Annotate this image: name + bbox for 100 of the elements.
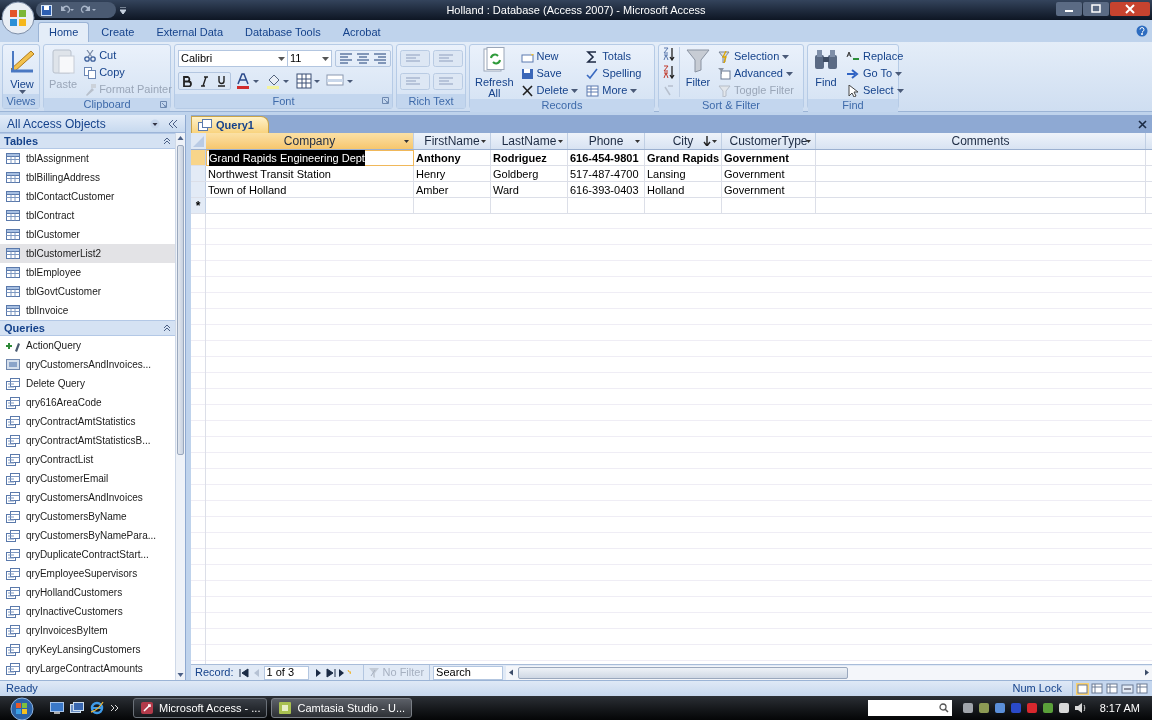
nav-group-header[interactable]: Queries: [0, 320, 175, 336]
design-view-icon[interactable]: [1136, 682, 1149, 695]
column-header[interactable]: FirstName: [414, 133, 491, 149]
first-record-button[interactable]: [237, 667, 250, 678]
new-record-button[interactable]: [336, 667, 351, 678]
filter-dropdown-icon[interactable]: [558, 140, 563, 143]
maximize-button[interactable]: [1083, 2, 1109, 16]
nav-item[interactable]: tblEmployee: [0, 263, 175, 282]
nav-item[interactable]: tblAssignment: [0, 149, 175, 168]
vertical-scrollbar[interactable]: [175, 133, 185, 680]
save-icon[interactable]: [41, 4, 52, 16]
find-button[interactable]: Find: [811, 47, 841, 88]
tray-icon[interactable]: [961, 702, 974, 714]
nav-item[interactable]: qryLargeContractAmounts: [0, 659, 175, 678]
nav-group-header[interactable]: Tables: [0, 133, 175, 149]
dropdown-circle-icon[interactable]: [150, 118, 160, 129]
nav-item[interactable]: tblContract: [0, 206, 175, 225]
ribbon-tab[interactable]: Acrobat: [332, 22, 391, 42]
nav-pane-header[interactable]: All Access Objects: [0, 115, 185, 133]
column-header[interactable]: Company: [206, 133, 414, 149]
nav-item[interactable]: tblCustomerList2: [0, 244, 175, 263]
column-header[interactable]: LastName: [491, 133, 568, 149]
nav-item[interactable]: qryKeyLansingCustomers: [0, 640, 175, 659]
search-field[interactable]: Search: [433, 665, 504, 680]
close-icon[interactable]: [1138, 120, 1147, 129]
ribbon-button[interactable]: New: [518, 48, 581, 65]
ribbon-tab[interactable]: Create: [91, 22, 145, 42]
nav-item[interactable]: qryInactiveCustomers: [0, 602, 175, 621]
sort-ascending-icon[interactable]: [662, 47, 676, 61]
column-header[interactable]: CustomerType: [722, 133, 816, 149]
nav-item[interactable]: ActionQuery: [0, 336, 175, 355]
filter-dropdown-icon[interactable]: [712, 140, 717, 143]
speaker-icon[interactable]: [1073, 702, 1086, 714]
search-box[interactable]: [867, 700, 952, 716]
document-tab[interactable]: Query1: [191, 116, 269, 133]
nav-item[interactable]: qryEmployeeSupervisors: [0, 564, 175, 583]
ribbon-button[interactable]: Delete: [518, 82, 581, 99]
desktop-icon[interactable]: [50, 702, 64, 714]
nav-item[interactable]: tblCustomer: [0, 225, 175, 244]
nav-item[interactable]: qryCustomersAndInvoices...: [0, 355, 175, 374]
datasheet-view-icon[interactable]: [1076, 682, 1089, 695]
taskbar-button[interactable]: Microsoft Access - ...: [133, 698, 268, 718]
sort-descending-icon[interactable]: [703, 136, 711, 146]
underline-icon[interactable]: [217, 75, 226, 87]
column-header[interactable]: Comments: [816, 133, 1146, 149]
nav-item[interactable]: Delete Query: [0, 374, 175, 393]
nav-item[interactable]: qryCustomersByNamePara...: [0, 526, 175, 545]
collapse-pane-icon[interactable]: [168, 119, 178, 128]
help-icon[interactable]: [1136, 25, 1148, 37]
nav-item[interactable]: qryHollandCustomers: [0, 583, 175, 602]
font-color-icon[interactable]: [235, 72, 261, 90]
column-header[interactable]: City: [645, 133, 722, 149]
align-right-icon[interactable]: [373, 52, 387, 65]
nav-item[interactable]: tblBillingAddress: [0, 168, 175, 187]
tray-icon[interactable]: [1041, 702, 1054, 714]
nav-item[interactable]: tblGovtCustomer: [0, 282, 175, 301]
nav-item[interactable]: qryContractAmtStatistics: [0, 412, 175, 431]
nav-item[interactable]: qryContractList: [0, 450, 175, 469]
record-number-field[interactable]: 1 of 3: [263, 665, 309, 680]
tray-icon[interactable]: [1057, 702, 1070, 714]
font-size-field[interactable]: 11: [288, 50, 332, 67]
ribbon-button[interactable]: Totals: [584, 48, 644, 65]
nav-item[interactable]: qryContractAmtStatisticsB...: [0, 431, 175, 450]
sort-descending-icon[interactable]: [662, 65, 676, 79]
tray-icon[interactable]: [977, 702, 990, 714]
italic-icon[interactable]: [200, 75, 209, 87]
horizontal-scrollbar[interactable]: [506, 665, 1152, 680]
filter-dropdown-icon[interactable]: [481, 140, 486, 143]
nav-item[interactable]: qryDuplicateContractStart...: [0, 545, 175, 564]
nav-item[interactable]: qry616AreaCode: [0, 393, 175, 412]
ribbon-tab[interactable]: External Data: [146, 22, 234, 42]
redo-icon[interactable]: [80, 5, 96, 15]
browser-icon[interactable]: [90, 701, 104, 715]
nav-item[interactable]: qryInvoicesByItem: [0, 621, 175, 640]
filter-dropdown-icon[interactable]: [806, 140, 811, 143]
font-name-field[interactable]: Calibri: [178, 50, 288, 67]
nav-item[interactable]: tblContactCustomer: [0, 187, 175, 206]
pivot-chart-icon[interactable]: [1106, 682, 1119, 695]
ribbon-button[interactable]: Replace: [844, 48, 906, 65]
gridlines-icon[interactable]: [295, 72, 321, 90]
ribbon-button[interactable]: Advanced: [716, 65, 796, 82]
ribbon-button[interactable]: Cut: [82, 47, 174, 64]
nav-item[interactable]: qryCustomersAndInvoices: [0, 488, 175, 507]
tray-icon[interactable]: [993, 702, 1006, 714]
refresh-all-button[interactable]: Refresh All: [473, 47, 516, 99]
nav-item[interactable]: tblInvoice: [0, 301, 175, 320]
ribbon-button[interactable]: Go To: [844, 65, 906, 82]
ribbon-button[interactable]: Select: [844, 82, 906, 99]
window-switch-icon[interactable]: [70, 702, 84, 714]
ribbon-button[interactable]: Save: [518, 65, 581, 82]
align-left-icon[interactable]: [339, 52, 353, 65]
filter-button[interactable]: Filter: [683, 47, 713, 88]
ribbon-tab[interactable]: Database Tools: [235, 22, 331, 42]
ribbon-button[interactable]: More: [584, 82, 644, 99]
sql-view-icon[interactable]: [1121, 682, 1134, 695]
ribbon-button[interactable]: Copy: [82, 64, 174, 81]
nav-item[interactable]: qryCustomerEmail: [0, 469, 175, 488]
customize-icon[interactable]: [120, 7, 126, 14]
ribbon-tab[interactable]: Home: [38, 22, 90, 42]
ribbon-button[interactable]: Spelling: [584, 65, 644, 82]
